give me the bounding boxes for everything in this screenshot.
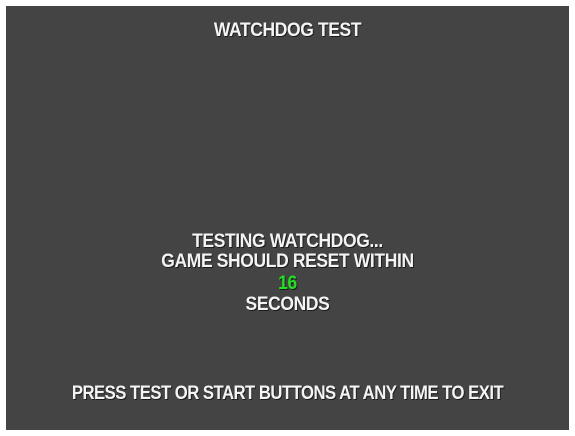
reset-message: GAME SHOULD RESET WITHIN bbox=[161, 251, 414, 272]
countdown-value: 16 bbox=[278, 273, 297, 294]
game-screen: WATCHDOG TEST TESTING WATCHDOG... GAME S… bbox=[6, 6, 569, 430]
exit-instruction: PRESS TEST OR START BUTTONS AT ANY TIME … bbox=[71, 383, 504, 404]
seconds-label: SECONDS bbox=[245, 294, 330, 315]
screen-title: WATCHDOG TEST bbox=[213, 20, 362, 41]
testing-message: TESTING WATCHDOG... bbox=[192, 231, 383, 252]
